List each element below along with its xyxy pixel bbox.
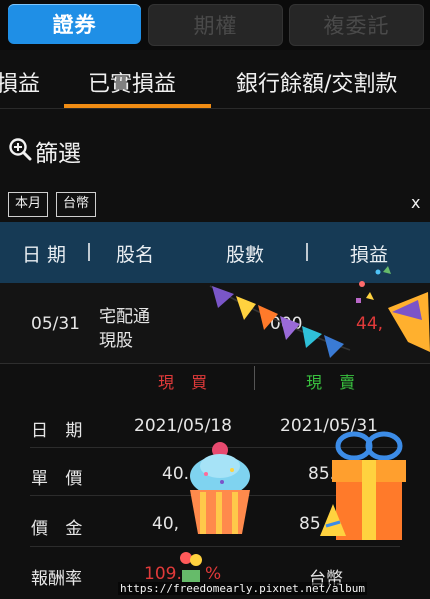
header-stock-name: 股名 [116,244,155,266]
cupcake-sticker-icon [190,442,250,534]
party-hat-sticker-icon [320,504,346,536]
header-separator [306,243,308,261]
tab-bank-balance[interactable]: 銀行餘額/交割款 [236,66,397,98]
watermark-url: https://freedomearly.pixnet.net/album [118,582,368,595]
detail-label-price: 單 價 [31,469,89,489]
row-stock-name: 宅配通 [99,307,150,327]
detail-column-separator [254,366,255,390]
balloons-sticker-icon [180,552,202,582]
tab-realized-pnl[interactable]: 已實損益 [88,66,176,98]
detail-buy-date: 2021/05/18 [134,416,232,436]
chip-currency[interactable]: 台幣 [56,192,97,217]
filter-label: 篩選 [35,141,81,167]
header-shares: 股數 [226,244,265,266]
buy-column-label: 現 買 [158,373,214,392]
sell-column-label: 現 賣 [306,373,362,392]
tab-divider [0,108,430,109]
segment-securities[interactable]: 證券 [8,4,141,44]
tab-pnl[interactable]: 損益 [0,66,40,98]
segment-options[interactable]: 期權 [148,4,283,46]
chip-period[interactable]: 本月 [8,192,49,217]
zoom-search-icon [8,137,32,165]
clear-filter-button[interactable]: x [411,193,420,212]
detail-return-percent: % [205,564,222,584]
party-bunting-sticker-icon [209,285,351,358]
detail-divider [30,546,400,547]
segment-bar: 證券 期權 複委託 [0,0,430,50]
row-date: 05/31 [31,314,80,334]
detail-label-date: 日 期 [31,421,89,441]
header-date: 日 期 [22,244,67,266]
party-horn-sticker-icon [356,266,430,352]
detail-return-rate: 109. [144,564,182,584]
detail-label-return: 報酬率 [31,569,82,589]
filter-button[interactable]: 篩選 [8,134,81,168]
segment-subbrokerage[interactable]: 複委託 [289,4,424,46]
header-separator [88,243,90,261]
filter-chips: 本月 台幣 [8,192,97,217]
row-trade-type: 現股 [99,331,133,351]
detail-label-amount: 價 金 [31,519,89,539]
tab-row: 損益 已實損益 銀行餘額/交割款 [0,52,430,109]
detail-buy-amount: 40, [152,514,180,534]
